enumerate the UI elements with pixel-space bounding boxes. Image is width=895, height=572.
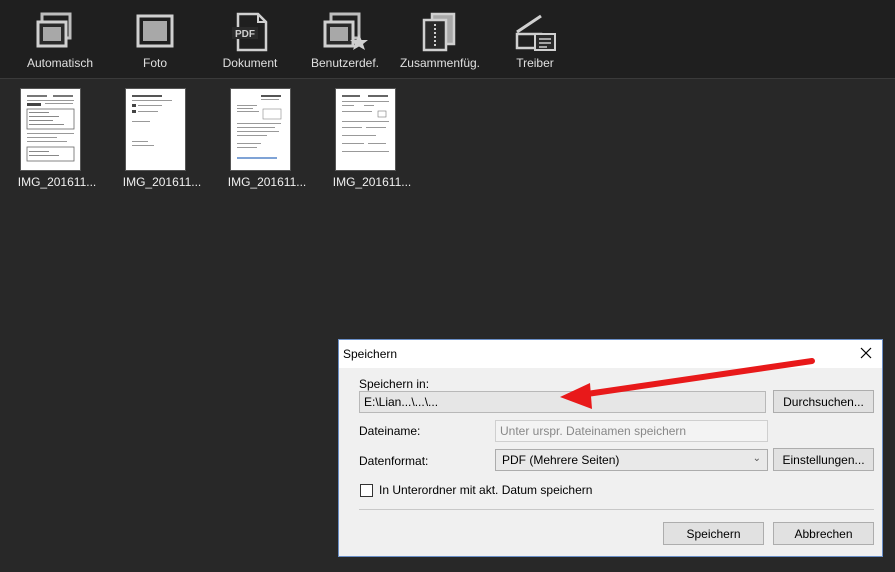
scanner-driver-icon — [511, 10, 559, 54]
auto-scan-icon — [36, 10, 84, 54]
close-icon[interactable] — [856, 343, 876, 363]
save-in-label: Speichern in: — [359, 377, 430, 391]
svg-text:PDF: PDF — [235, 29, 255, 40]
save-dialog: Speichern Speichern in: E:\Lian...\...\.… — [338, 339, 883, 557]
custom-star-icon — [321, 10, 369, 54]
tool-automatisch[interactable]: Automatisch — [10, 0, 110, 78]
tool-benutzerdef[interactable]: Benutzerdef. — [295, 0, 395, 78]
thumbnail-item[interactable]: IMG_201611... — [112, 88, 217, 199]
tool-foto[interactable]: Foto — [105, 0, 205, 78]
tool-label: Zusammenfüg. — [399, 56, 481, 70]
subfolder-checkbox[interactable] — [360, 484, 373, 497]
toolbar: Automatisch Foto PDF Dokument Benutzerde… — [0, 0, 895, 79]
format-select[interactable]: PDF (Mehrere Seiten) ⌄ — [495, 449, 768, 471]
cancel-button[interactable]: Abbrechen — [773, 522, 874, 545]
merge-icon — [416, 10, 464, 54]
tool-dokument[interactable]: PDF Dokument — [200, 0, 300, 78]
photo-icon — [131, 10, 179, 54]
tool-label: Dokument — [222, 56, 278, 70]
document-thumbnail — [335, 88, 396, 171]
dialog-titlebar[interactable]: Speichern — [339, 340, 882, 368]
pdf-document-icon: PDF — [226, 10, 274, 54]
tool-treiber[interactable]: Treiber — [485, 0, 585, 78]
save-in-path-field[interactable]: E:\Lian...\...\... — [359, 391, 766, 413]
thumbnail-filename: IMG_201611... — [17, 175, 97, 189]
tool-label: Foto — [142, 56, 167, 70]
filename-label: Dateiname: — [359, 424, 421, 438]
filename-field[interactable]: Unter urspr. Dateinamen speichern — [495, 420, 768, 442]
thumbnail-item[interactable]: IMG_201611... — [322, 88, 427, 199]
dialog-divider — [359, 509, 874, 510]
tool-zusammenfueg[interactable]: Zusammenfüg. — [390, 0, 490, 78]
dialog-title: Speichern — [343, 347, 398, 361]
thumbnail-filename: IMG_201611... — [122, 175, 202, 189]
save-button[interactable]: Speichern — [663, 522, 764, 545]
chevron-down-icon: ⌄ — [752, 453, 761, 464]
document-thumbnail — [125, 88, 186, 171]
filename-placeholder: Unter urspr. Dateinamen speichern — [500, 424, 687, 438]
save-in-path-value: E:\Lian...\...\... — [364, 395, 439, 409]
tool-label: Treiber — [516, 56, 554, 70]
thumbnail-filename: IMG_201611... — [332, 175, 412, 189]
thumbnail-filename: IMG_201611... — [227, 175, 307, 189]
settings-button[interactable]: Einstellungen... — [773, 448, 874, 471]
browse-button[interactable]: Durchsuchen... — [773, 390, 874, 413]
format-label: Datenformat: — [359, 454, 429, 468]
tool-label: Automatisch — [26, 56, 94, 70]
format-selected-value: PDF (Mehrere Seiten) — [502, 453, 620, 467]
document-thumbnail — [20, 88, 81, 171]
tool-label: Benutzerdef. — [310, 56, 380, 70]
subfolder-label: In Unterordner mit akt. Datum speichern — [379, 483, 593, 497]
thumbnail-item[interactable]: IMG_201611... — [7, 88, 112, 199]
thumbnail-item[interactable]: IMG_201611... — [217, 88, 322, 199]
document-thumbnail — [230, 88, 291, 171]
